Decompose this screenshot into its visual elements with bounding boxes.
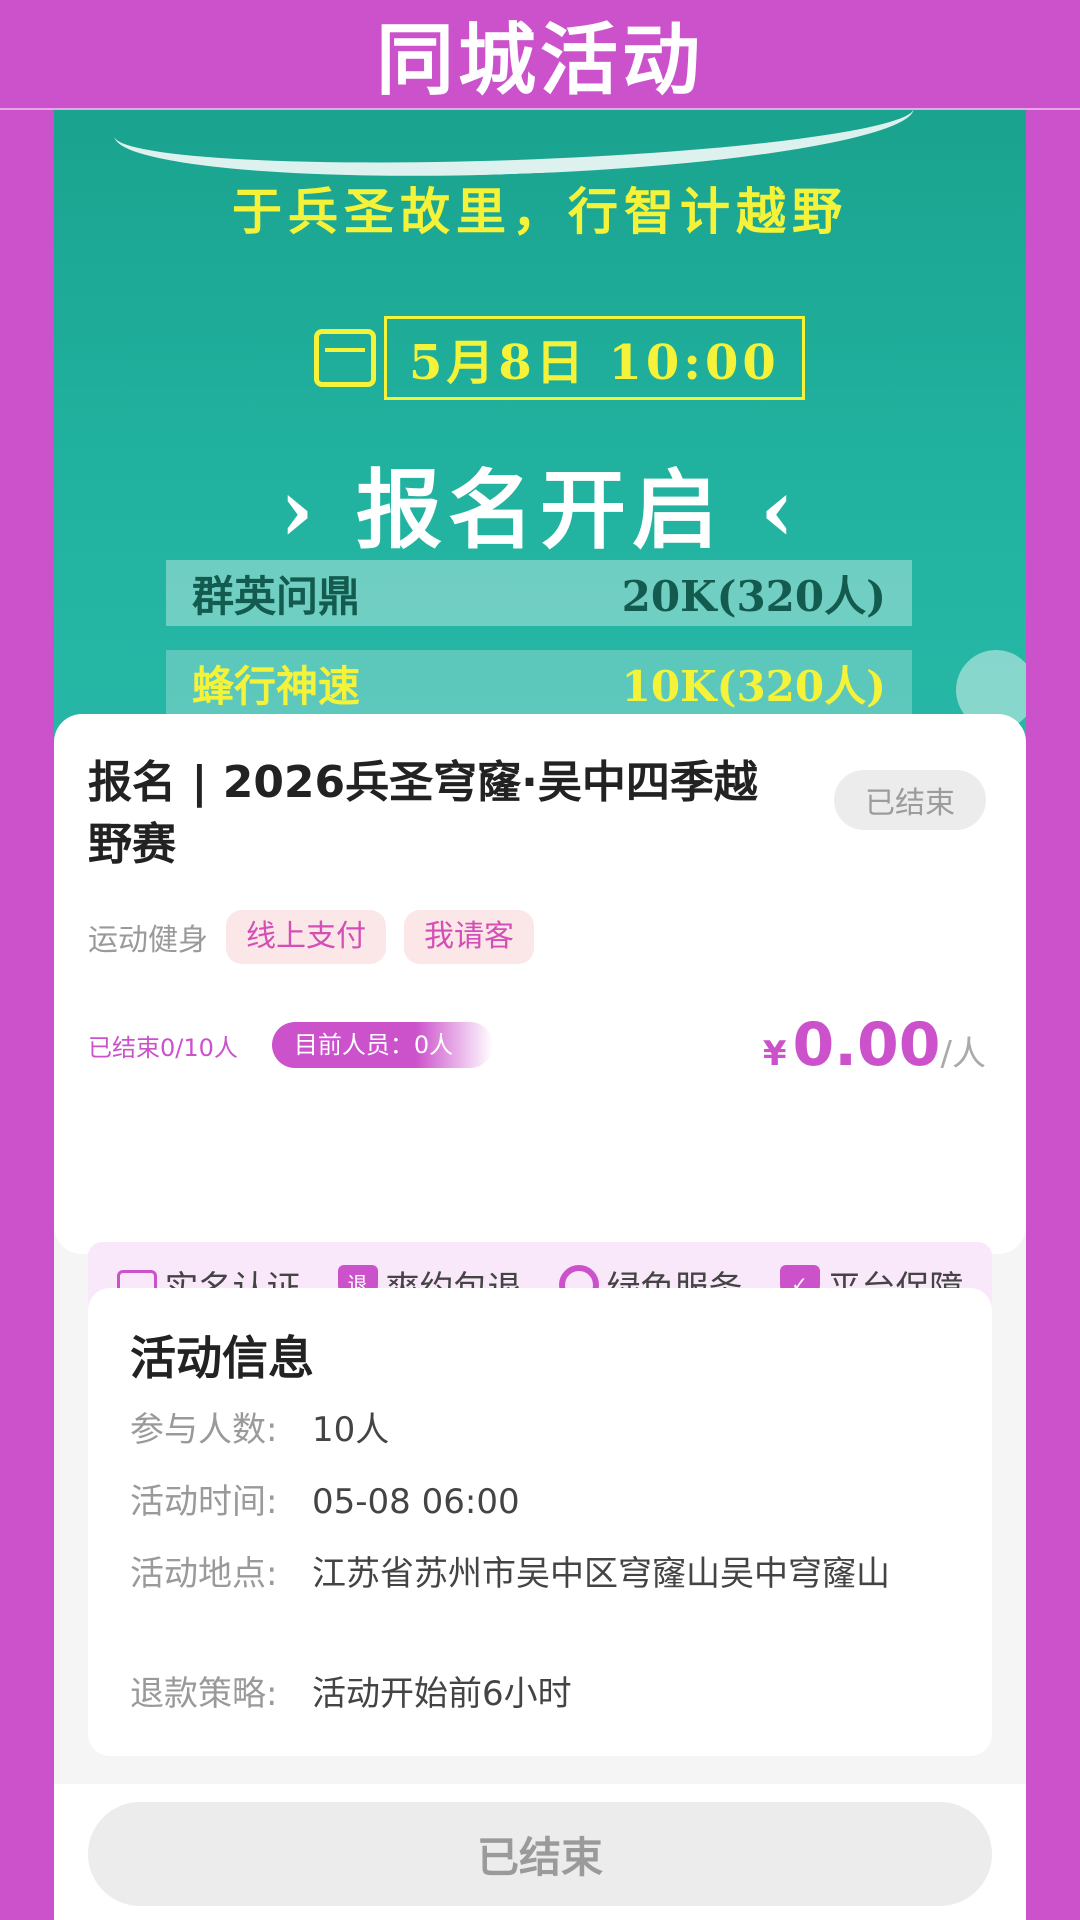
- status-badge: 已结束: [834, 770, 986, 830]
- event-title: 报名 | 2026兵圣穹窿·吴中四季越野赛: [88, 757, 758, 870]
- info-label: 参与人数:: [130, 1410, 278, 1450]
- info-label: 活动地点:: [130, 1554, 278, 1594]
- ended-button[interactable]: 已结束: [88, 1802, 992, 1906]
- info-label: 退款策略:: [130, 1674, 278, 1714]
- info-value: 05-08 06:00: [312, 1482, 520, 1522]
- bottom-bar: 已结束: [54, 1784, 1026, 1920]
- info-row-time: 活动时间: 05-08 06:00: [130, 1478, 912, 1526]
- banner-registration: › 报名开启 ‹: [279, 460, 801, 561]
- info-label: 活动时间:: [130, 1482, 278, 1522]
- activity-info-card: 活动信息 参与人数: 10人 活动时间: 05-08 06:00 活动地点: 江…: [88, 1288, 992, 1756]
- info-row-refund: 退款策略: 活动开始前6小时: [130, 1670, 912, 1718]
- info-value: 活动开始前6小时: [312, 1674, 572, 1714]
- section-title: 活动信息: [130, 1331, 314, 1385]
- page-title: 同城活动: [375, 16, 704, 106]
- info-row-location: 活动地点: 江苏省苏州市吴中区穹窿山吴中穹窿山: [130, 1550, 912, 1598]
- banner-row-name: 蜂行神速: [192, 661, 361, 711]
- enroll-status: 已结束0/10人 目前人员：0人: [88, 1022, 494, 1068]
- event-banner[interactable]: 于兵圣故里，行智计越野 5月8日 10:00 › 报名开启 ‹ 群英问鼎 20K…: [54, 110, 1026, 750]
- calendar-icon: [314, 329, 376, 387]
- event-summary-card: 报名 | 2026兵圣穹窿·吴中四季越野赛 已结束 运动健身 线上支付 我请客 …: [54, 714, 1026, 1328]
- info-value: 10人: [312, 1410, 390, 1450]
- tag-online-payment: 线上支付: [226, 910, 386, 964]
- banner-slogan: 于兵圣故里，行智计越野: [232, 182, 848, 241]
- event-tags: 运动健身 线上支付 我请客: [88, 910, 552, 964]
- price: ¥ 0.00 /人: [763, 1010, 986, 1080]
- banner-row-detail: 10K(320人): [621, 661, 886, 711]
- banner-row: 蜂行神速 10K(320人): [166, 650, 912, 716]
- banner-row-detail: 20K(320人): [621, 571, 886, 621]
- banner-date-text: 5月8日 10:00: [384, 316, 805, 400]
- banner-date: 5月8日 10:00: [314, 316, 805, 400]
- price-amount: 0.00: [792, 1010, 941, 1080]
- category-label: 运动健身: [88, 923, 208, 958]
- page-header: 同城活动: [0, 0, 1080, 110]
- current-members-pill[interactable]: 目前人员：0人: [271, 1022, 494, 1068]
- banner-row-name: 群英问鼎: [192, 571, 361, 621]
- info-row-participants: 参与人数: 10人: [130, 1406, 912, 1454]
- tag-treat: 我请客: [404, 910, 534, 964]
- info-value: 江苏省苏州市吴中区穹窿山吴中穹窿山: [312, 1554, 890, 1594]
- phone-frame: 于兵圣故里，行智计越野 5月8日 10:00 › 报名开启 ‹ 群英问鼎 20K…: [54, 110, 1026, 1920]
- price-unit: /人: [940, 1034, 986, 1074]
- price-currency: ¥: [762, 1034, 787, 1074]
- enroll-count: 已结束0/10人: [88, 1033, 238, 1062]
- banner-row: 群英问鼎 20K(320人): [166, 560, 912, 626]
